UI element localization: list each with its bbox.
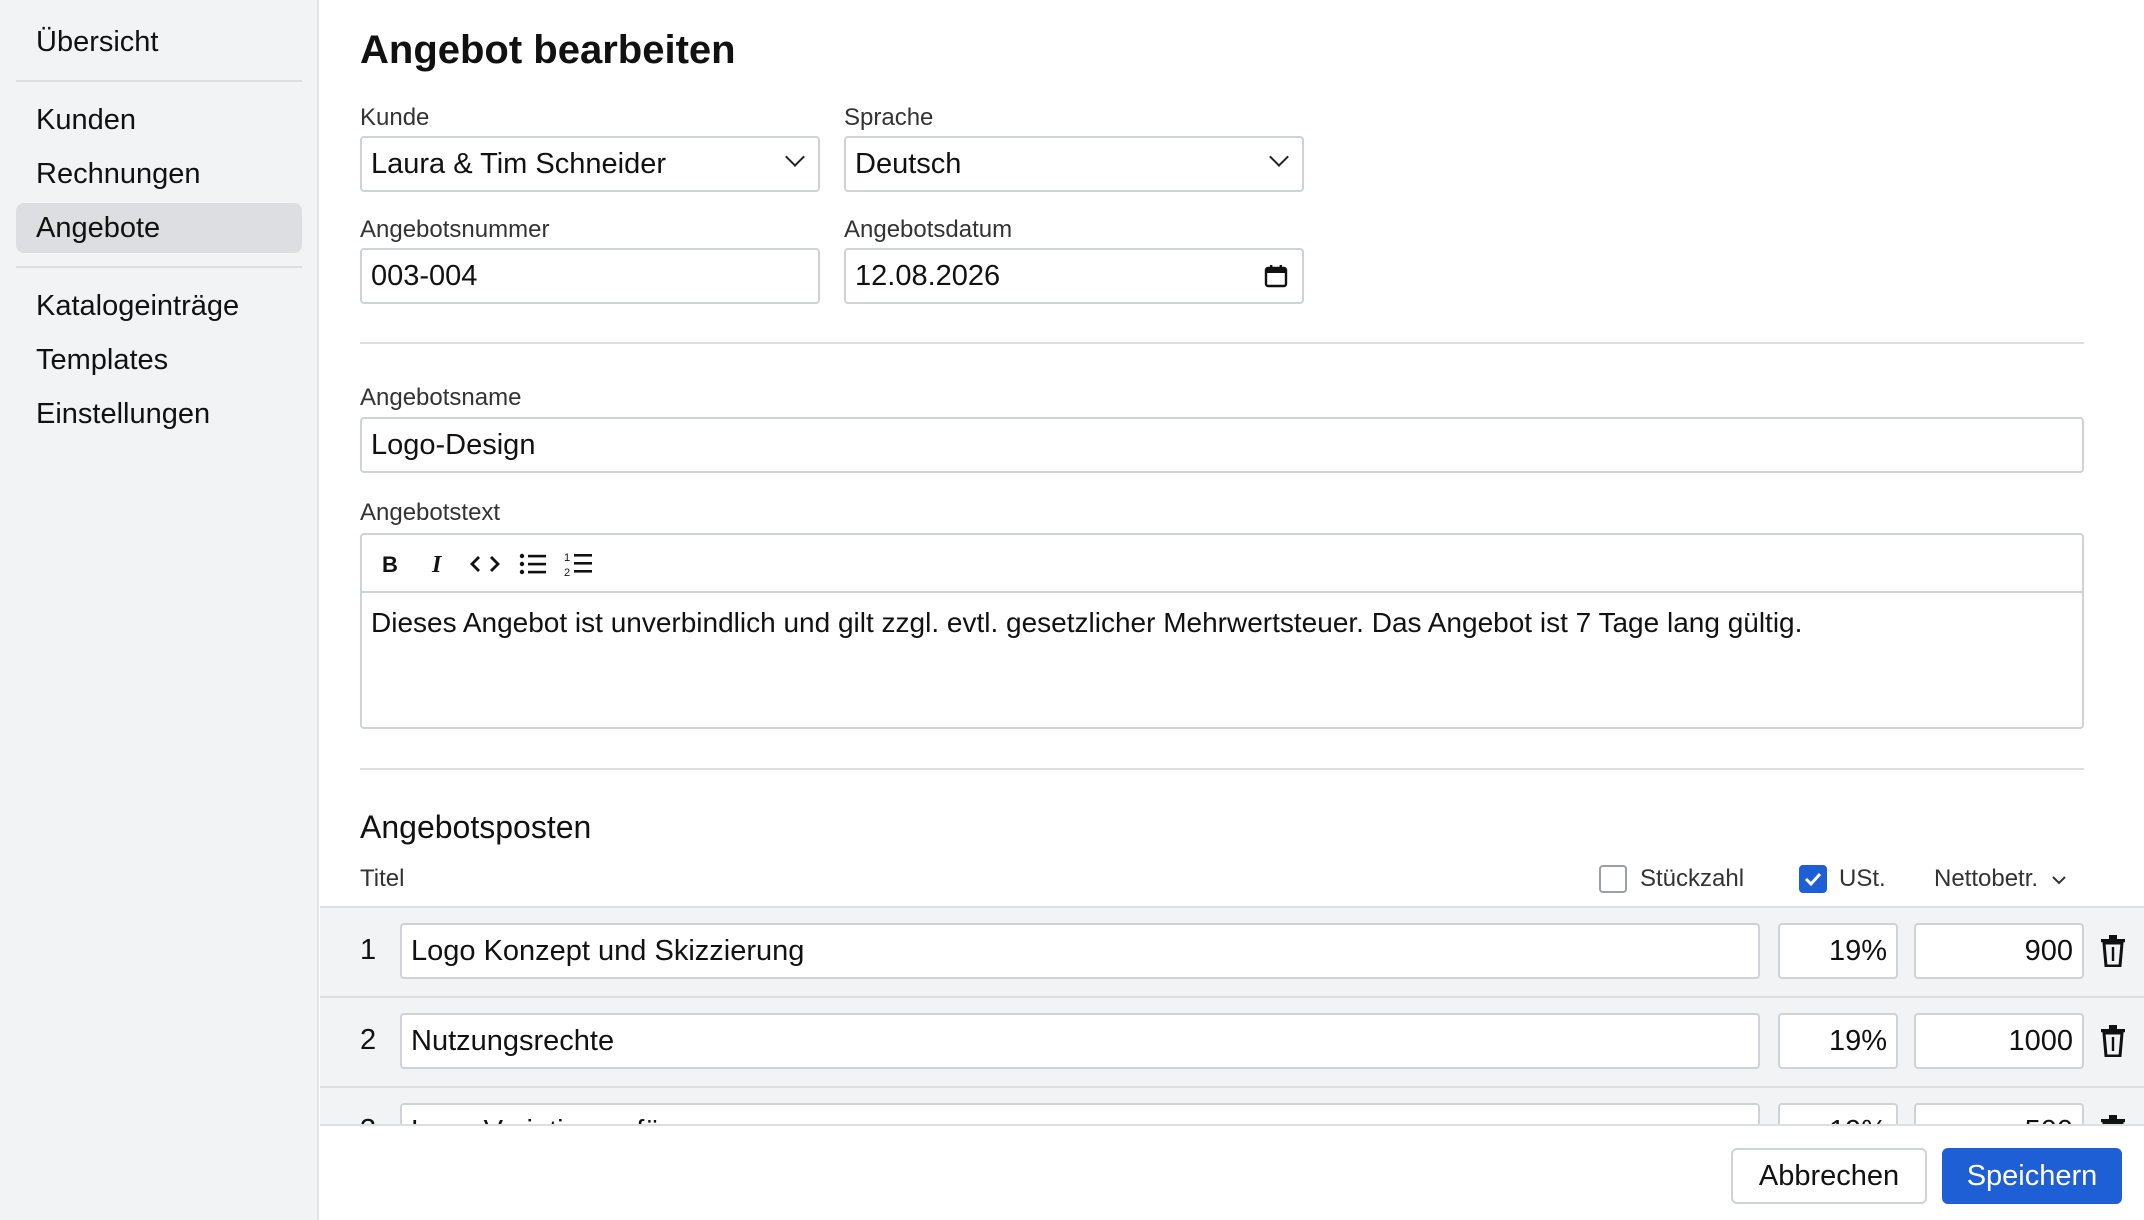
customer-value: Laura & Tim Schneider <box>371 148 666 180</box>
italic-icon[interactable]: I <box>422 547 456 581</box>
sidebar-item-einstellungen[interactable]: Einstellungen <box>16 389 302 439</box>
row-title-input[interactable]: Nutzungsrechte <box>400 1013 1760 1069</box>
language-value: Deutsch <box>855 148 962 180</box>
offer-date-label: Angebotsdatum <box>844 216 1013 243</box>
sidebar-item-uebersicht[interactable]: Übersicht <box>16 17 302 67</box>
checkmark-icon <box>1804 872 1822 887</box>
offer-date-value: 12.08.2026 <box>855 260 1001 292</box>
editor-toolbar: B I 12 <box>362 535 2082 593</box>
column-net-label: Nettobetr. <box>1934 865 2039 892</box>
main-content: Angebot bearbeiten Kunde Laura & Tim Sch… <box>320 0 2144 1124</box>
table-row: 2 Nutzungsrechte 19% 1000 <box>320 996 2144 1086</box>
trash-icon[interactable] <box>2100 1115 2126 1124</box>
trash-icon[interactable] <box>2100 935 2126 967</box>
offer-text-editor[interactable]: B I 12 Dieses Angebot ist unverbindlich … <box>360 533 2084 729</box>
offer-number-label: Angebotsnummer <box>360 216 550 243</box>
sidebar-divider <box>16 80 302 82</box>
bold-icon[interactable]: B <box>374 547 408 581</box>
svg-text:I: I <box>431 552 443 576</box>
divider <box>360 342 2084 344</box>
customer-label: Kunde <box>360 104 430 131</box>
chevron-down-icon <box>2052 876 2066 885</box>
language-select[interactable]: Deutsch <box>844 136 1304 192</box>
row-net-input[interactable]: 500 <box>1914 1103 2084 1124</box>
column-quantity: Stückzahl <box>1640 865 1745 892</box>
sidebar-item-angebote[interactable]: Angebote <box>16 203 302 253</box>
divider <box>360 768 2084 770</box>
column-vat: USt. <box>1839 865 1886 892</box>
items-section-title: Angebotsposten <box>360 809 592 845</box>
column-title: Titel <box>360 865 405 892</box>
sidebar-divider <box>16 266 302 268</box>
row-vat-input[interactable]: 19% <box>1778 1013 1898 1069</box>
offer-text-content[interactable]: Dieses Angebot ist unverbindlich und gil… <box>362 593 2082 653</box>
cancel-button[interactable]: Abbrechen <box>1731 1148 1927 1204</box>
offer-date-input[interactable]: 12.08.2026 <box>844 248 1304 304</box>
table-row: 3 Logo Variationen für ... 19% 500 <box>320 1086 2144 1124</box>
vat-checkbox[interactable] <box>1799 865 1827 893</box>
sidebar-item-katalogeintraege[interactable]: Katalogeinträge <box>16 281 302 331</box>
offer-name-label: Angebotsname <box>360 384 522 411</box>
offer-name-input[interactable]: Logo-Design <box>360 417 2084 473</box>
row-net-input[interactable]: 900 <box>1914 923 2084 979</box>
svg-text:B: B <box>382 552 398 576</box>
offer-text-label: Angebotstext <box>360 499 501 526</box>
offer-name-value: Logo-Design <box>371 429 536 461</box>
row-title-input[interactable]: Logo Konzept und Skizzierung <box>400 923 1760 979</box>
row-vat-input[interactable]: 19% <box>1778 1103 1898 1124</box>
quantity-checkbox[interactable] <box>1599 865 1627 893</box>
trash-icon[interactable] <box>2100 1025 2126 1057</box>
chevron-down-icon <box>785 147 805 167</box>
save-button[interactable]: Speichern <box>1942 1148 2122 1204</box>
chevron-down-icon <box>1269 147 1289 167</box>
numbered-list-icon[interactable]: 12 <box>562 547 596 581</box>
sidebar-item-rechnungen[interactable]: Rechnungen <box>16 149 302 199</box>
bullet-list-icon[interactable] <box>516 547 550 581</box>
svg-text:1: 1 <box>564 552 570 564</box>
calendar-icon[interactable] <box>1264 264 1288 288</box>
customer-select[interactable]: Laura & Tim Schneider <box>360 136 820 192</box>
row-number: 1 <box>360 934 377 966</box>
row-number: 3 <box>360 1114 376 1124</box>
row-number: 2 <box>360 1024 377 1056</box>
offer-number-value: 003-004 <box>371 260 478 292</box>
footer-actions: Abbrechen Speichern <box>320 1124 2144 1220</box>
svg-text:2: 2 <box>564 567 570 578</box>
sidebar: Übersicht Kunden Rechnungen Angebote Kat… <box>0 0 319 1220</box>
row-vat-input[interactable]: 19% <box>1778 923 1898 979</box>
page-title: Angebot bearbeiten <box>360 28 736 72</box>
sidebar-item-kunden[interactable]: Kunden <box>16 95 302 145</box>
row-net-input[interactable]: 1000 <box>1914 1013 2084 1069</box>
sidebar-item-templates[interactable]: Templates <box>16 335 302 385</box>
column-net-sort[interactable]: Nettobetr. <box>1934 865 2067 893</box>
language-label: Sprache <box>844 104 934 131</box>
row-title-input[interactable]: Logo Variationen für ... <box>400 1103 1760 1124</box>
table-row: 1 Logo Konzept und Skizzierung 19% 900 <box>320 906 2144 996</box>
code-icon[interactable] <box>468 547 502 581</box>
offer-number-input[interactable]: 003-004 <box>360 248 820 304</box>
